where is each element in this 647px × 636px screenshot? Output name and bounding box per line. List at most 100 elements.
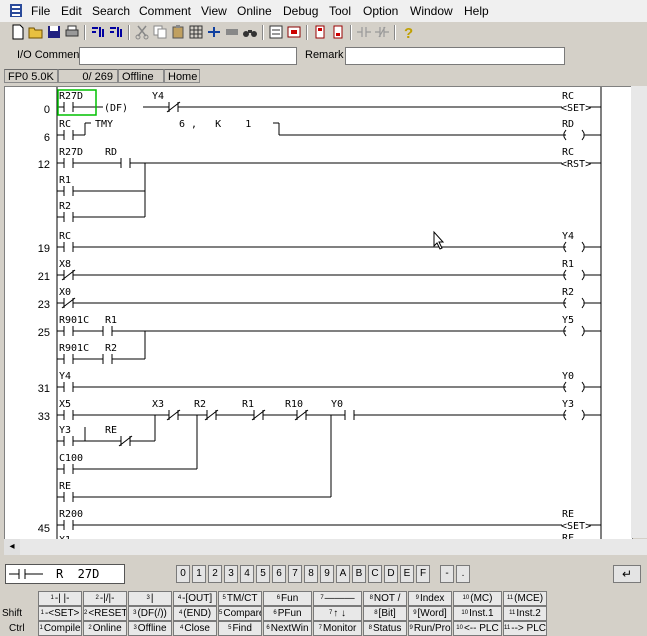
fkey-row3-8[interactable]: 8Status: [363, 621, 407, 636]
fkey-row1-3[interactable]: 3|: [128, 591, 172, 606]
plc-run-icon[interactable]: [312, 24, 328, 40]
menu-help[interactable]: Help: [464, 4, 489, 18]
fkey-row1-10[interactable]: 10(MC): [453, 591, 502, 606]
remark-input[interactable]: [345, 47, 565, 65]
scroll-left-icon[interactable]: ◂: [4, 539, 20, 555]
fkey-row2-8[interactable]: 8[Bit]: [363, 606, 407, 621]
fkey-row3-4[interactable]: 4Close: [173, 621, 217, 636]
fkey-row2-1[interactable]: 1-<SET>: [38, 606, 82, 621]
nc-contact-tool-icon[interactable]: [374, 24, 390, 40]
fkey-row1-11[interactable]: 11(MCE): [503, 591, 547, 606]
line-number: 21: [38, 271, 50, 283]
fkey-row3-10[interactable]: 10<-- PLC: [453, 621, 502, 636]
new-file-icon[interactable]: [10, 24, 26, 40]
key-dot[interactable]: .: [456, 565, 470, 583]
fkey-row3-2[interactable]: 2Online: [83, 621, 127, 636]
enter-key-icon[interactable]: ↵: [613, 565, 641, 583]
fkey-row1-8[interactable]: 8NOT /: [363, 591, 407, 606]
menu-edit[interactable]: Edit: [61, 4, 82, 18]
instruction-input[interactable]: R 27D: [5, 564, 125, 584]
fkey-row2-7[interactable]: 7↑ ↓: [313, 606, 362, 621]
fkey-row3-1[interactable]: 1Compile: [38, 621, 82, 636]
menu-file[interactable]: File: [31, 4, 50, 18]
open-folder-icon[interactable]: [28, 24, 44, 40]
key-8[interactable]: 8: [304, 565, 318, 583]
fkey-row1-2[interactable]: 2-|/|-: [83, 591, 127, 606]
monitor-register-icon[interactable]: [90, 24, 106, 40]
key-5[interactable]: 5: [256, 565, 270, 583]
key-1[interactable]: 1: [192, 565, 206, 583]
key-9[interactable]: 9: [320, 565, 334, 583]
fkey-row1-5[interactable]: 5TM/CT: [218, 591, 262, 606]
key-d[interactable]: D: [384, 565, 398, 583]
key-0[interactable]: 0: [176, 565, 190, 583]
fkey-row2-11[interactable]: 11Inst.2: [503, 606, 547, 621]
menu-search[interactable]: Search: [92, 4, 130, 18]
horizontal-scrollbar[interactable]: ◂: [4, 539, 647, 555]
menu-view[interactable]: View: [201, 4, 227, 18]
fkey-label: Status: [372, 623, 402, 634]
fkey-row2-5[interactable]: 5Compare: [218, 606, 262, 621]
fkey-number: 2: [88, 625, 92, 631]
fkey-row2-6[interactable]: 6PFun: [263, 606, 312, 621]
menu-comment[interactable]: Comment: [139, 4, 191, 18]
fkey-row3-3[interactable]: 3Offline: [128, 621, 172, 636]
monitor-bit-icon[interactable]: [108, 24, 124, 40]
cut-icon[interactable]: [134, 24, 150, 40]
fkey-row2-9[interactable]: 9[Word]: [408, 606, 452, 621]
menu-online[interactable]: Online: [237, 4, 272, 18]
fkey-row1-1[interactable]: 1-| |-: [38, 591, 82, 606]
fkey-row3-9[interactable]: 9Run/Pro: [408, 621, 452, 636]
menu-option[interactable]: Option: [363, 4, 398, 18]
key-2[interactable]: 2: [208, 565, 222, 583]
paste-icon[interactable]: [170, 24, 186, 40]
fkey-row2-3[interactable]: 3(DF(/)): [128, 606, 172, 621]
fkey-row1-9[interactable]: 9Index: [408, 591, 452, 606]
contact-label: R901C: [59, 315, 89, 326]
fkey-row3-6[interactable]: 6NextWin: [263, 621, 312, 636]
contact-label: Y0: [331, 399, 343, 410]
monitor-window-icon[interactable]: [286, 24, 302, 40]
key-b[interactable]: B: [352, 565, 366, 583]
block-icon[interactable]: [224, 24, 240, 40]
ladder-editor[interactable]: 0 6 12 19 21 23 25 31 33 45 R27D (DF) Y4…: [4, 86, 633, 540]
contact-tool-icon[interactable]: [356, 24, 372, 40]
key-f[interactable]: F: [416, 565, 430, 583]
copy-icon[interactable]: [152, 24, 168, 40]
key-a[interactable]: A: [336, 565, 350, 583]
grid-icon[interactable]: [188, 24, 204, 40]
fkey-label: |: [150, 593, 154, 604]
print-icon[interactable]: [64, 24, 80, 40]
fkey-row3-7[interactable]: 7Monitor: [313, 621, 362, 636]
binoculars-icon[interactable]: [242, 24, 258, 40]
program-block-icon[interactable]: [268, 24, 284, 40]
fkey-row1-7[interactable]: 7———: [313, 591, 362, 606]
key-c[interactable]: C: [368, 565, 382, 583]
key-7[interactable]: 7: [288, 565, 302, 583]
vertical-scrollbar[interactable]: [631, 86, 647, 538]
coil-label: RC: [562, 147, 574, 158]
key-3[interactable]: 3: [224, 565, 238, 583]
key-6[interactable]: 6: [272, 565, 286, 583]
menu-tool[interactable]: Tool: [329, 4, 351, 18]
help-icon[interactable]: ?: [400, 24, 416, 40]
insert-row-icon[interactable]: [206, 24, 222, 40]
key-4[interactable]: 4: [240, 565, 254, 583]
save-icon[interactable]: [46, 24, 62, 40]
fkey-row2-10[interactable]: 10Inst.1: [453, 606, 502, 621]
fkey-row3-11[interactable]: 11--> PLC: [503, 621, 547, 636]
fkey-row3-5[interactable]: 5Find: [218, 621, 262, 636]
key-minus[interactable]: -: [440, 565, 454, 583]
fkey-label: Offline: [137, 623, 167, 634]
plc-prog-icon[interactable]: [330, 24, 346, 40]
fkey-row2-2[interactable]: 2<RESET>: [83, 606, 127, 621]
menu-debug[interactable]: Debug: [283, 4, 318, 18]
fkey-row1-6[interactable]: 6Fun: [263, 591, 312, 606]
menu-window[interactable]: Window: [410, 4, 453, 18]
fkey-row2-4[interactable]: 4(END): [173, 606, 217, 621]
key-e[interactable]: E: [400, 565, 414, 583]
fkey-row1-4[interactable]: 4-[OUT]: [173, 591, 217, 606]
io-comment-input[interactable]: [79, 47, 297, 65]
fkey-number: 6: [266, 625, 270, 631]
ladder-diagram[interactable]: 0 6 12 19 21 23 25 31 33 45 R27D (DF) Y4…: [5, 87, 632, 539]
